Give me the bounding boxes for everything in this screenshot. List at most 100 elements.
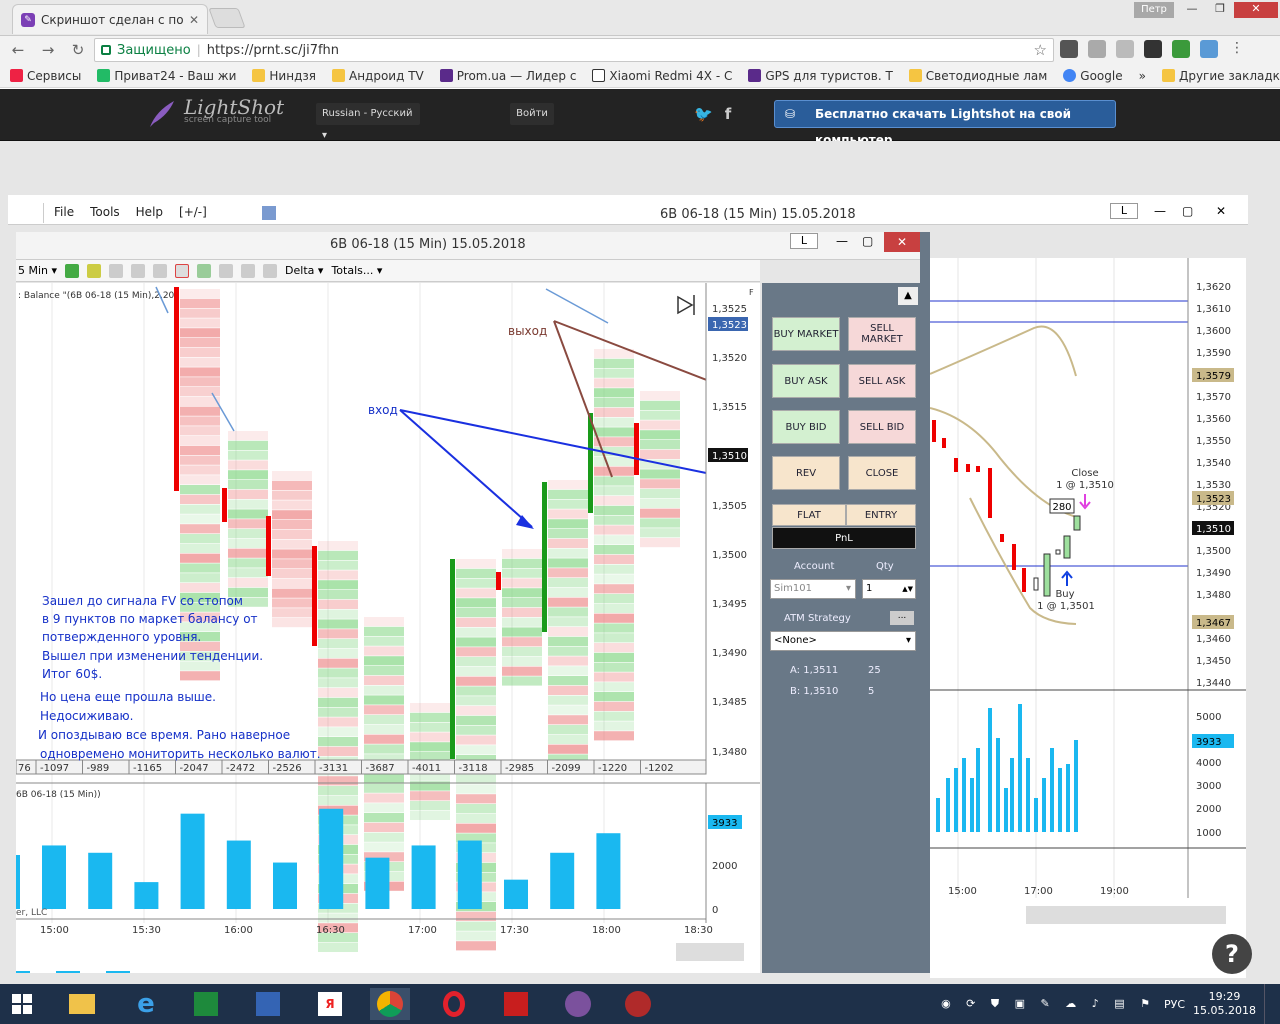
reload-icon[interactable]: ↻ (66, 41, 90, 59)
sell-market-button[interactable]: SELL MARKET (848, 317, 916, 351)
download-button[interactable]: ⛁ Бесплатно скачать Lightshot на свой ко… (774, 100, 1116, 147)
excel-icon[interactable] (186, 988, 226, 1020)
orderflow-icon[interactable] (175, 263, 190, 278)
url-text[interactable]: https://prnt.sc/ji7fhn (207, 43, 1028, 58)
close-icon[interactable]: ✕ (884, 232, 920, 252)
tray-icons[interactable]: ◉ ⟳ ⛊ ▣ ✎ ☁ ♪ ▤ ⚑ (941, 997, 1156, 1011)
cast-icon[interactable] (1088, 40, 1106, 58)
bookmark-item[interactable]: Prom.ua — Лидер с (439, 69, 576, 83)
window-close-icon[interactable]: ✕ (1234, 2, 1278, 18)
bookmark-item[interactable]: Xiaomi Redmi 4X - С (592, 69, 732, 83)
yandex-icon[interactable]: Я (310, 988, 350, 1020)
menu-dots-icon[interactable]: ⋮ (1228, 40, 1246, 58)
new-tab-button[interactable] (208, 8, 246, 28)
bookmark-item[interactable]: Другие закладки (1161, 69, 1280, 83)
float-icon[interactable]: F (749, 288, 754, 297)
buy-market-button[interactable]: BUY MARKET (772, 317, 840, 351)
clock[interactable]: 19:29 15.05.2018 (1193, 990, 1256, 1018)
sell-ask-button[interactable]: SELL ASK (848, 364, 916, 398)
footprint-cell (548, 499, 588, 509)
right-price-chart[interactable]: 280 Close 1 @ 1,3510 Buy 1 @ 1,3501 1,36… (930, 258, 1246, 978)
profile-button[interactable]: Петр (1134, 2, 1174, 18)
collapse-up-icon[interactable]: ▲ (898, 287, 918, 305)
horizontal-scrollbar[interactable] (676, 943, 744, 961)
close-icon[interactable]: ✕ (189, 13, 199, 27)
back-arrow-icon[interactable]: ← (6, 41, 30, 59)
maximize-icon[interactable]: ▢ (1182, 204, 1193, 218)
extension-icon[interactable] (1144, 40, 1162, 58)
candles-icon[interactable] (197, 263, 212, 278)
flat-button[interactable]: FLAT (772, 504, 846, 526)
totals-select[interactable]: Totals... ▾ (331, 264, 382, 277)
chart-icon[interactable] (262, 206, 276, 220)
interval-select[interactable]: 5 Min ▾ (18, 264, 57, 277)
lightshot-logo[interactable]: LightShot screen capture tool (184, 95, 284, 125)
facebook-icon[interactable]: f (725, 105, 732, 123)
quantity-stepper[interactable]: 1 ▲▼ (862, 579, 916, 599)
twitter-icon[interactable]: 🐦 (694, 105, 713, 123)
maximize-icon[interactable]: ❐ (1206, 2, 1234, 18)
menu-help[interactable]: Help (136, 205, 163, 219)
sync-extension-icon[interactable] (1200, 40, 1218, 58)
delta-select[interactable]: Delta ▾ (285, 264, 323, 277)
more-bookmarks-icon[interactable]: » (1139, 69, 1146, 83)
properties-icon[interactable] (219, 263, 234, 278)
bookmark-star-icon[interactable]: ☆ (1034, 41, 1047, 59)
pencil-icon[interactable] (87, 263, 102, 278)
page-icon[interactable] (263, 263, 278, 278)
ninjatrader-icon[interactable] (618, 988, 658, 1020)
menu-expand[interactable]: [+/-] (179, 205, 207, 219)
reverse-button[interactable]: REV (772, 456, 840, 490)
link-button[interactable]: L (1110, 203, 1138, 219)
acrobat-icon[interactable] (496, 988, 536, 1020)
forward-arrow-icon[interactable]: → (36, 41, 60, 59)
address-bar[interactable]: Защищено | https://prnt.sc/ji7fhn ☆ (94, 38, 1054, 62)
pin-icon[interactable] (109, 263, 124, 278)
menu-file[interactable]: File (54, 205, 74, 219)
zoom-icon[interactable] (153, 263, 168, 278)
save-disk-icon[interactable] (248, 988, 288, 1020)
browser-tab[interactable]: ✎ Скриншот сделан с пом ✕ (12, 4, 208, 34)
language-indicator[interactable]: РУС (1164, 998, 1185, 1011)
bookmark-item[interactable]: GPS для туристов. Т (748, 69, 893, 83)
bookmark-item[interactable]: Google (1063, 69, 1123, 83)
link-button[interactable]: L (790, 233, 818, 249)
totals-cell: -1165 (133, 763, 162, 774)
bookmark-item[interactable]: Сервисы (10, 69, 81, 83)
close-position-button[interactable]: CLOSE (848, 456, 916, 490)
bar-type-icon[interactable] (65, 263, 80, 278)
bookmark-item[interactable]: Светодиодные лам (908, 69, 1047, 83)
login-button[interactable]: Войти (510, 103, 554, 125)
viber-icon[interactable] (558, 988, 598, 1020)
windows-start-icon[interactable] (2, 988, 42, 1020)
template-icon[interactable] (241, 263, 256, 278)
atm-options-button[interactable]: ... (890, 611, 914, 625)
pdf-extension-icon[interactable] (1116, 40, 1134, 58)
sell-bid-button[interactable]: SELL BID (848, 410, 916, 444)
entry-button[interactable]: ENTRY (846, 504, 916, 526)
account-select[interactable]: Sim101 ▾ (770, 579, 856, 599)
maximize-icon[interactable]: ▢ (862, 234, 873, 248)
close-icon[interactable]: ✕ (1216, 204, 1226, 218)
crosshair-icon[interactable] (131, 263, 146, 278)
atm-strategy-select[interactable]: <None> ▾ (770, 631, 916, 651)
bookmark-item[interactable]: Ниндзя (252, 69, 316, 83)
bookmark-item[interactable]: Андроид TV (331, 69, 424, 83)
buy-ask-button[interactable]: BUY ASK (772, 364, 840, 398)
speaker-icon[interactable] (1060, 40, 1078, 58)
file-explorer-icon[interactable] (62, 988, 102, 1020)
minimize-icon[interactable]: — (1178, 2, 1206, 18)
opera-icon[interactable] (434, 988, 474, 1020)
horizontal-scrollbar[interactable] (1026, 906, 1226, 924)
help-icon[interactable]: ? (1212, 934, 1252, 974)
language-select[interactable]: Russian - Русский ▾ (316, 103, 420, 141)
shield-extension-icon[interactable] (1172, 40, 1190, 58)
menu-tools[interactable]: Tools (90, 205, 120, 219)
minimize-icon[interactable]: — (1154, 204, 1166, 218)
internet-explorer-icon[interactable]: e (126, 988, 166, 1020)
buy-bid-button[interactable]: BUY BID (772, 410, 840, 444)
bookmark-item[interactable]: Приват24 - Ваш жи (97, 69, 236, 83)
show-desktop-button[interactable] (1264, 984, 1270, 1024)
minimize-icon[interactable]: — (836, 234, 848, 248)
chrome-icon[interactable] (370, 988, 410, 1020)
